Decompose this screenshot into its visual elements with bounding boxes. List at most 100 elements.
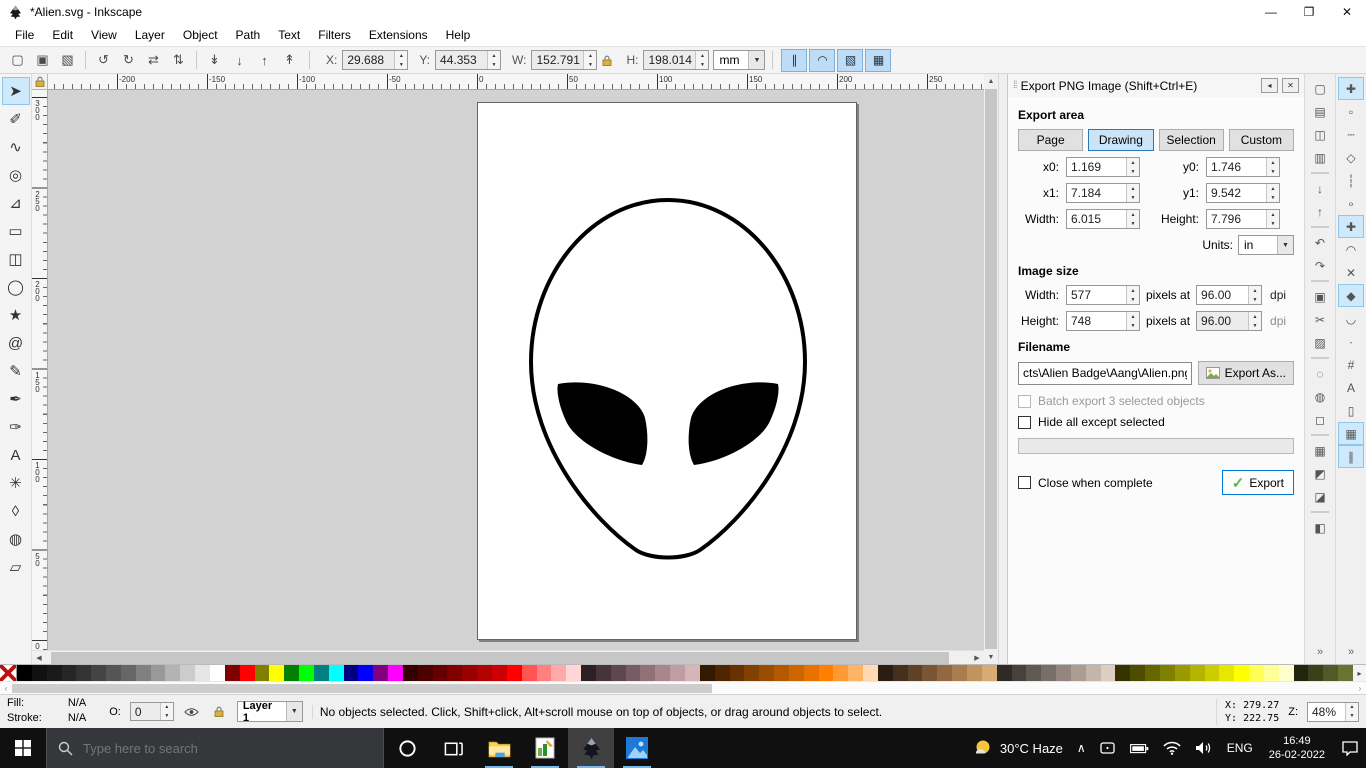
w-field[interactable]: 152.791 ▲▼ — [531, 50, 597, 70]
snap-nodes-toggle[interactable]: ✚ — [1338, 215, 1364, 238]
palette-swatch[interactable] — [1101, 665, 1116, 681]
lower-one-step-button[interactable]: ↓ — [227, 49, 252, 72]
tweak-tool[interactable]: ∿ — [2, 133, 30, 161]
layer-visibility-icon[interactable] — [183, 703, 201, 721]
volume-icon[interactable] — [1188, 728, 1220, 768]
palette-scroll-right-icon[interactable]: › — [1354, 684, 1366, 693]
palette-swatch[interactable] — [180, 665, 195, 681]
search-input[interactable] — [83, 741, 372, 756]
palette-swatch[interactable] — [1190, 665, 1205, 681]
rectangle-tool[interactable]: ▭ — [2, 217, 30, 245]
panel-collapse-button[interactable]: ◂ — [1261, 78, 1278, 93]
palette-swatch[interactable] — [151, 665, 166, 681]
eraser-tool[interactable]: ◊ — [2, 497, 30, 525]
palette-swatch[interactable] — [1160, 665, 1175, 681]
area-height-field[interactable]: 7.796 ▲▼ — [1206, 209, 1280, 229]
snap-overflow-icon[interactable]: » — [1348, 646, 1354, 664]
x0-spinner[interactable]: ▲▼ — [1126, 158, 1139, 176]
selector-tool[interactable]: ➤ — [2, 77, 30, 105]
scroll-right-icon[interactable]: ▶ — [970, 651, 984, 665]
menu-item[interactable]: File — [6, 26, 43, 44]
horizontal-ruler[interactable]: -200-150-100-50050100150200250 — [48, 74, 984, 90]
paint-bucket-tool[interactable]: ◍ — [2, 525, 30, 553]
palette-swatch[interactable] — [1086, 665, 1101, 681]
zoom-tool[interactable]: ◎ — [2, 161, 30, 189]
image-height-spinner[interactable]: ▲▼ — [1126, 312, 1139, 330]
flip-horizontal-button[interactable]: ⇄ — [141, 49, 166, 72]
deselect-button[interactable]: ▧ — [55, 49, 80, 72]
palette-swatch[interactable] — [596, 665, 611, 681]
redo-button[interactable]: ↷ — [1307, 254, 1333, 277]
text-tool[interactable]: A — [2, 441, 30, 469]
palette-swatch[interactable] — [670, 665, 685, 681]
area-height-spinner[interactable]: ▲▼ — [1266, 210, 1279, 228]
palette-swatch[interactable] — [1294, 665, 1309, 681]
measure-tool[interactable]: ⊿ — [2, 189, 30, 217]
scale-pattern-toggle[interactable]: ▦ — [865, 49, 891, 72]
palette-swatch[interactable] — [1041, 665, 1056, 681]
no-color-swatch[interactable] — [0, 665, 17, 681]
palette-swatch[interactable] — [1012, 665, 1027, 681]
ellipse-tool[interactable]: ◯ — [2, 273, 30, 301]
battery-icon[interactable] — [1123, 728, 1156, 768]
spray-tool[interactable]: ✳ — [2, 469, 30, 497]
palette-swatch[interactable] — [76, 665, 91, 681]
palette-swatch[interactable] — [863, 665, 878, 681]
palette-swatch[interactable] — [937, 665, 952, 681]
unlink-clone-button[interactable]: ◪ — [1307, 485, 1333, 508]
y-field-spinner[interactable]: ▲▼ — [487, 51, 500, 69]
palette-swatch[interactable] — [878, 665, 893, 681]
palette-scroll-left-icon[interactable]: ‹ — [0, 684, 12, 693]
export-button[interactable]: ↑ — [1307, 200, 1333, 223]
palette-swatch[interactable] — [329, 665, 344, 681]
palette-swatch[interactable] — [462, 665, 477, 681]
menu-item[interactable]: Layer — [126, 26, 174, 44]
opacity-field[interactable]: 0 ▲▼ — [130, 702, 174, 721]
export-area-tab[interactable]: Selection — [1159, 129, 1224, 151]
separator[interactable] — [1311, 434, 1329, 436]
palette-scrollbar-thumb[interactable] — [12, 684, 712, 693]
image-width-spinner[interactable]: ▲▼ — [1126, 286, 1139, 304]
export-as-button[interactable]: Export As... — [1198, 361, 1294, 385]
image-width-field[interactable]: 577 ▲▼ — [1066, 285, 1140, 305]
alien-drawing[interactable] — [478, 103, 858, 641]
vertical-scrollbar-thumb[interactable] — [985, 89, 997, 649]
star-tool[interactable]: ★ — [2, 301, 30, 329]
export-button[interactable]: ✓ Export — [1222, 470, 1294, 495]
y-field[interactable]: 44.353 ▲▼ — [435, 50, 501, 70]
palette-swatch[interactable] — [655, 665, 670, 681]
h-field[interactable]: 198.014 ▲▼ — [643, 50, 709, 70]
windows-ink-icon[interactable] — [1093, 728, 1123, 768]
language-indicator[interactable]: ENG — [1220, 728, 1260, 768]
snap-guides-toggle[interactable]: ∥ — [1338, 445, 1364, 468]
task-view-button[interactable] — [430, 728, 476, 768]
snap-page-border-toggle[interactable]: ▯ — [1338, 399, 1364, 422]
flip-vertical-button[interactable]: ⇅ — [166, 49, 191, 72]
vertical-ruler[interactable]: 300250200150100500 — [32, 90, 48, 650]
palette-swatch[interactable] — [344, 665, 359, 681]
area-width-field[interactable]: 6.015 ▲▼ — [1066, 209, 1140, 229]
palette-swatch[interactable] — [1056, 665, 1071, 681]
separator[interactable] — [1311, 280, 1329, 282]
guide-lock-icon[interactable] — [32, 74, 48, 90]
palette-swatch[interactable] — [195, 665, 210, 681]
h-field-spinner[interactable]: ▲▼ — [695, 51, 708, 69]
calligraphy-tool[interactable]: ✑ — [2, 413, 30, 441]
zoom-selection-button[interactable]: ◌ — [1307, 362, 1333, 385]
palette-swatch[interactable] — [640, 665, 655, 681]
close-button[interactable]: ✕ — [1328, 0, 1366, 24]
y1-field[interactable]: 9.542 ▲▼ — [1206, 183, 1280, 203]
palette-swatch[interactable] — [1323, 665, 1338, 681]
connector-tool[interactable]: ▱ — [2, 553, 30, 581]
palette-swatch[interactable] — [1071, 665, 1086, 681]
palette-swatch[interactable] — [1115, 665, 1130, 681]
export-area-tab[interactable]: Page — [1018, 129, 1083, 151]
zoom-field[interactable]: 48% ▲▼ — [1307, 702, 1359, 722]
palette-swatch[interactable] — [833, 665, 848, 681]
w-field-spinner[interactable]: ▲▼ — [583, 51, 596, 69]
palette-swatch[interactable] — [477, 665, 492, 681]
palette-swatch[interactable] — [106, 665, 121, 681]
select-all-button[interactable]: ▢ — [5, 49, 30, 72]
palette-swatch[interactable] — [551, 665, 566, 681]
palette-swatch[interactable] — [759, 665, 774, 681]
